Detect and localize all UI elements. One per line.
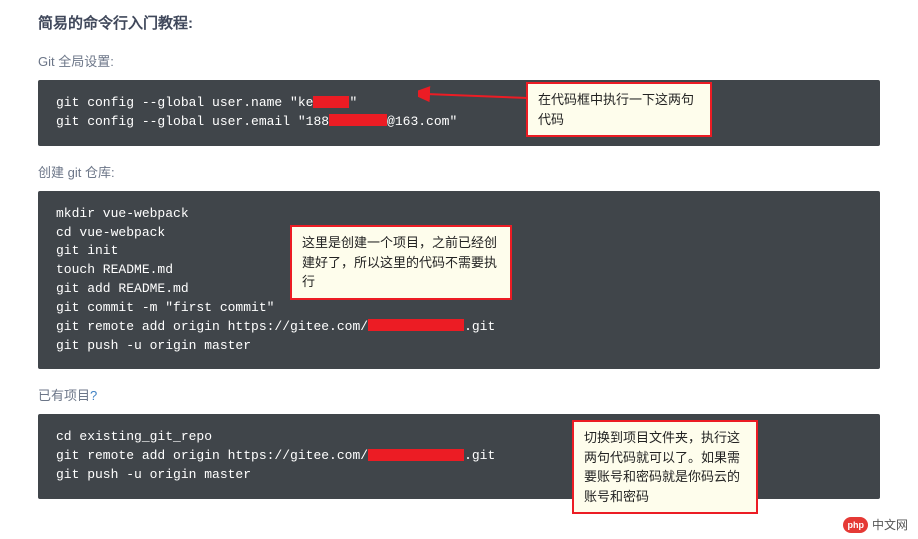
section-existing-project-label: 已有项目? <box>38 385 880 404</box>
code-line: git remote add origin https://gitee.com/ <box>56 319 368 334</box>
callout-switch-folder: 切换到项目文件夹，执行这两句代码就可以了。如果需要账号和密码就是你码云的账号和密… <box>572 420 758 514</box>
code-line: .git <box>464 448 495 463</box>
code-line: git config --global user.name "ke <box>56 95 313 110</box>
watermark-logo: php <box>843 517 868 533</box>
arrow-icon <box>418 82 538 112</box>
code-line: git remote add origin https://gitee.com/ <box>56 448 368 463</box>
code-line: git push -u origin master <box>56 467 251 482</box>
watermark-text: 中文网 <box>872 516 908 533</box>
redacted-text <box>313 96 349 108</box>
redacted-text <box>368 449 464 461</box>
redacted-text <box>329 114 387 126</box>
code-line: cd vue-webpack <box>56 225 165 240</box>
code-line: touch README.md <box>56 262 173 277</box>
code-line: git add README.md <box>56 281 189 296</box>
page-title: 简易的命令行入门教程: <box>38 12 880 33</box>
code-line: .git <box>464 319 495 334</box>
code-line: git init <box>56 243 118 258</box>
code-line: mkdir vue-webpack <box>56 206 189 221</box>
code-line: cd existing_git_repo <box>56 429 212 444</box>
section-create-repo-label: 创建 git 仓库: <box>38 162 880 181</box>
code-line: " <box>349 95 357 110</box>
question-mark-link[interactable]: ? <box>90 388 97 403</box>
code-line: git config --global user.email "188 <box>56 114 329 129</box>
callout-create-project: 这里是创建一个项目，之前已经创建好了，所以这里的代码不需要执行 <box>290 225 512 300</box>
watermark: php 中文网 <box>843 516 908 533</box>
redacted-text <box>368 319 464 331</box>
section-git-global-label: Git 全局设置: <box>38 51 880 70</box>
callout-execute-two-lines: 在代码框中执行一下这两句代码 <box>526 82 712 137</box>
code-line: git push -u origin master <box>56 338 251 353</box>
code-line: @163.com" <box>387 114 457 129</box>
code-line: git commit -m "first commit" <box>56 300 274 315</box>
